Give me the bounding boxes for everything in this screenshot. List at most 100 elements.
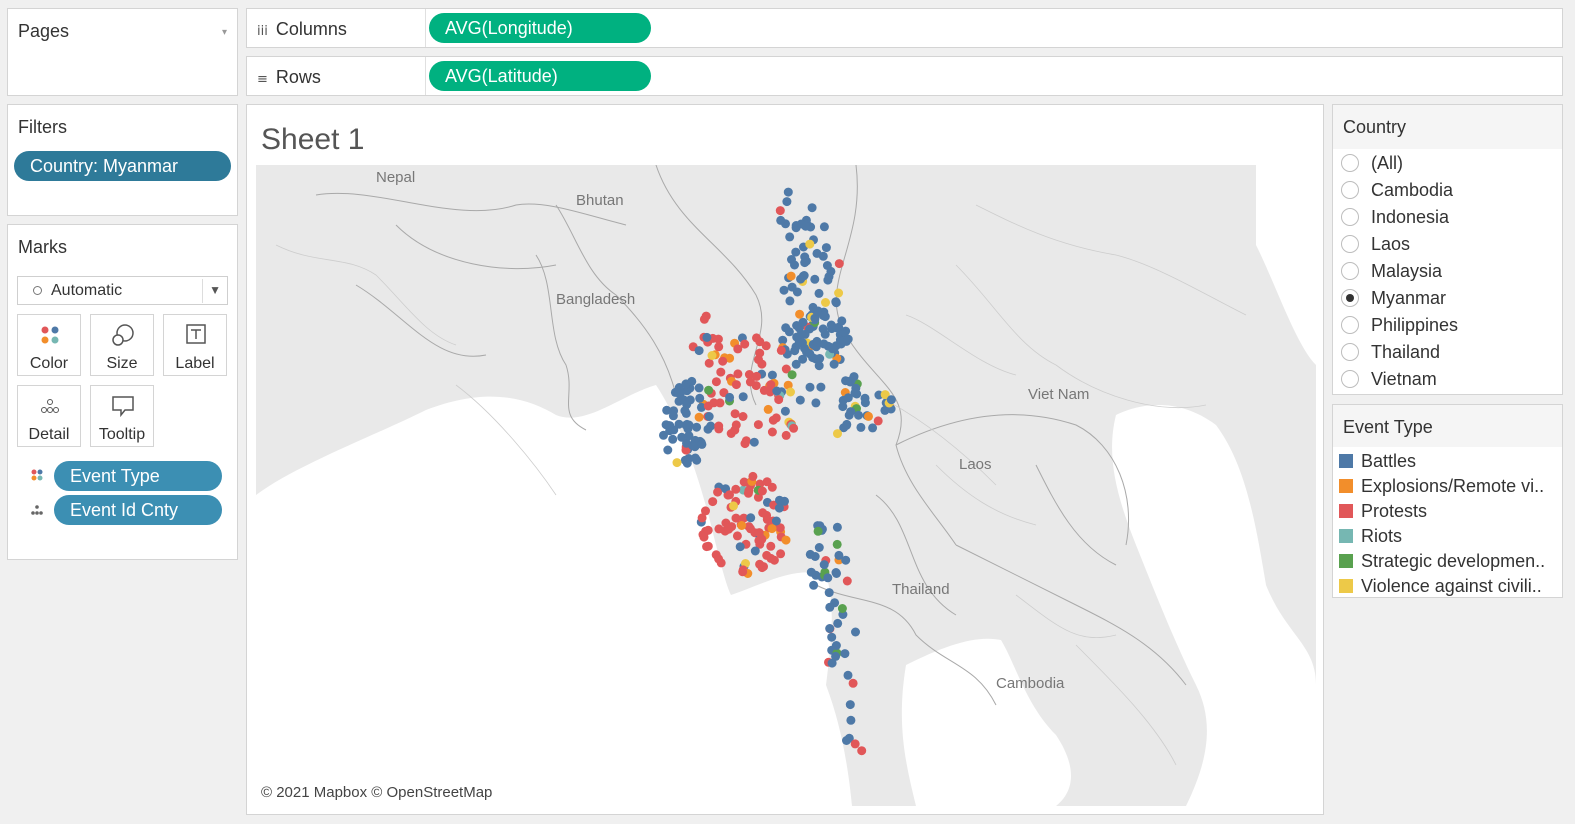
event-point[interactable] [798, 338, 807, 348]
legend-item[interactable]: Riots [1339, 524, 1402, 548]
event-point[interactable] [774, 395, 784, 405]
legend-item[interactable]: Violence against civili.. [1339, 574, 1542, 598]
event-point[interactable] [771, 516, 781, 526]
event-point[interactable] [827, 324, 837, 334]
event-point[interactable] [735, 542, 745, 552]
legend-item[interactable]: Explosions/Remote vi.. [1339, 474, 1544, 498]
event-point[interactable] [753, 420, 763, 430]
label-button[interactable]: Label [163, 314, 227, 376]
event-point[interactable] [776, 215, 786, 225]
event-point[interactable] [805, 349, 815, 359]
event-point[interactable] [749, 437, 759, 447]
map-canvas[interactable]: Nepal Bhutan Bangladesh Viet Nam Laos Th… [256, 165, 1316, 806]
event-point[interactable] [775, 206, 785, 216]
event-point[interactable] [787, 370, 797, 380]
country-option[interactable]: Cambodia [1341, 178, 1453, 202]
event-point[interactable] [843, 393, 853, 403]
event-point[interactable] [668, 411, 678, 421]
event-point[interactable] [851, 627, 860, 637]
event-point[interactable] [733, 344, 743, 354]
columns-pill-longitude[interactable]: AVG(Longitude) [429, 13, 651, 43]
event-point[interactable] [846, 715, 856, 725]
event-point[interactable] [845, 700, 855, 710]
event-point[interactable] [781, 323, 791, 333]
event-point[interactable] [827, 344, 837, 354]
event-point[interactable] [687, 376, 697, 386]
event-point[interactable] [758, 508, 768, 518]
event-point[interactable] [731, 380, 741, 390]
event-point[interactable] [810, 274, 820, 284]
event-point[interactable] [754, 536, 764, 546]
event-point[interactable] [730, 409, 740, 419]
event-point[interactable] [848, 678, 858, 688]
event-point[interactable] [795, 309, 805, 319]
event-point[interactable] [886, 395, 896, 405]
chevron-down-icon[interactable]: ▾ [222, 27, 227, 38]
event-point[interactable] [819, 222, 829, 232]
event-point[interactable] [791, 247, 801, 257]
event-point[interactable] [738, 392, 748, 402]
pages-shelf[interactable]: Pages ▾ [7, 8, 238, 96]
event-point[interactable] [718, 356, 728, 366]
event-point[interactable] [814, 543, 824, 552]
event-point[interactable] [825, 624, 835, 633]
event-point[interactable] [744, 486, 754, 496]
event-point[interactable] [692, 422, 702, 432]
event-point[interactable] [714, 524, 724, 534]
radio-button[interactable] [1341, 181, 1359, 199]
event-point[interactable] [786, 387, 795, 397]
country-option[interactable]: Vietnam [1341, 367, 1437, 391]
event-point[interactable] [827, 632, 837, 642]
marks-pill-event-id[interactable]: Event Id Cnty [54, 495, 222, 525]
event-point[interactable] [805, 239, 815, 249]
legend-item[interactable]: Protests [1339, 499, 1427, 523]
radio-button[interactable] [1341, 370, 1359, 388]
event-point[interactable] [842, 419, 852, 429]
event-point[interactable] [832, 522, 842, 532]
event-point[interactable] [694, 412, 704, 422]
columns-shelf[interactable]: iii Columns AVG(Longitude) [246, 8, 1563, 48]
event-point[interactable] [805, 382, 815, 392]
event-point[interactable] [704, 385, 714, 395]
event-point[interactable] [785, 296, 795, 306]
event-point[interactable] [829, 359, 839, 369]
event-point[interactable] [661, 420, 671, 430]
event-point[interactable] [769, 555, 779, 565]
event-point[interactable] [694, 346, 704, 356]
event-point[interactable] [837, 316, 847, 326]
event-point[interactable] [704, 358, 714, 368]
filters-shelf[interactable]: Filters Country: Myanmar [7, 104, 238, 216]
event-point[interactable] [663, 445, 673, 455]
event-point[interactable] [809, 580, 819, 590]
event-point[interactable] [708, 497, 718, 507]
color-button[interactable]: Color [17, 314, 81, 376]
event-point[interactable] [716, 367, 726, 377]
event-point[interactable] [821, 243, 831, 253]
event-point[interactable] [731, 513, 741, 523]
event-point[interactable] [825, 602, 835, 612]
event-point[interactable] [827, 658, 837, 668]
event-point[interactable] [682, 419, 692, 429]
event-point[interactable] [832, 539, 842, 549]
event-point[interactable] [823, 573, 833, 583]
legend-item[interactable]: Strategic developmen.. [1339, 549, 1545, 573]
event-point[interactable] [775, 495, 784, 505]
event-point[interactable] [864, 411, 873, 421]
event-point[interactable] [833, 429, 842, 439]
marks-pill-event-type[interactable]: Event Type [54, 461, 222, 491]
event-point[interactable] [834, 550, 844, 560]
event-point[interactable] [786, 271, 796, 281]
event-point[interactable] [713, 334, 723, 344]
rows-shelf[interactable]: ≡ Rows AVG(Latitude) [246, 56, 1563, 96]
country-option[interactable]: Malaysia [1341, 259, 1442, 283]
event-point[interactable] [846, 376, 856, 386]
event-point[interactable] [713, 487, 723, 497]
event-point[interactable] [674, 419, 684, 429]
event-point[interactable] [755, 348, 765, 358]
event-point[interactable] [812, 336, 822, 346]
event-point[interactable] [730, 425, 740, 435]
event-point[interactable] [834, 259, 844, 269]
event-point[interactable] [824, 588, 834, 598]
event-point[interactable] [824, 272, 834, 282]
event-point[interactable] [684, 431, 694, 441]
